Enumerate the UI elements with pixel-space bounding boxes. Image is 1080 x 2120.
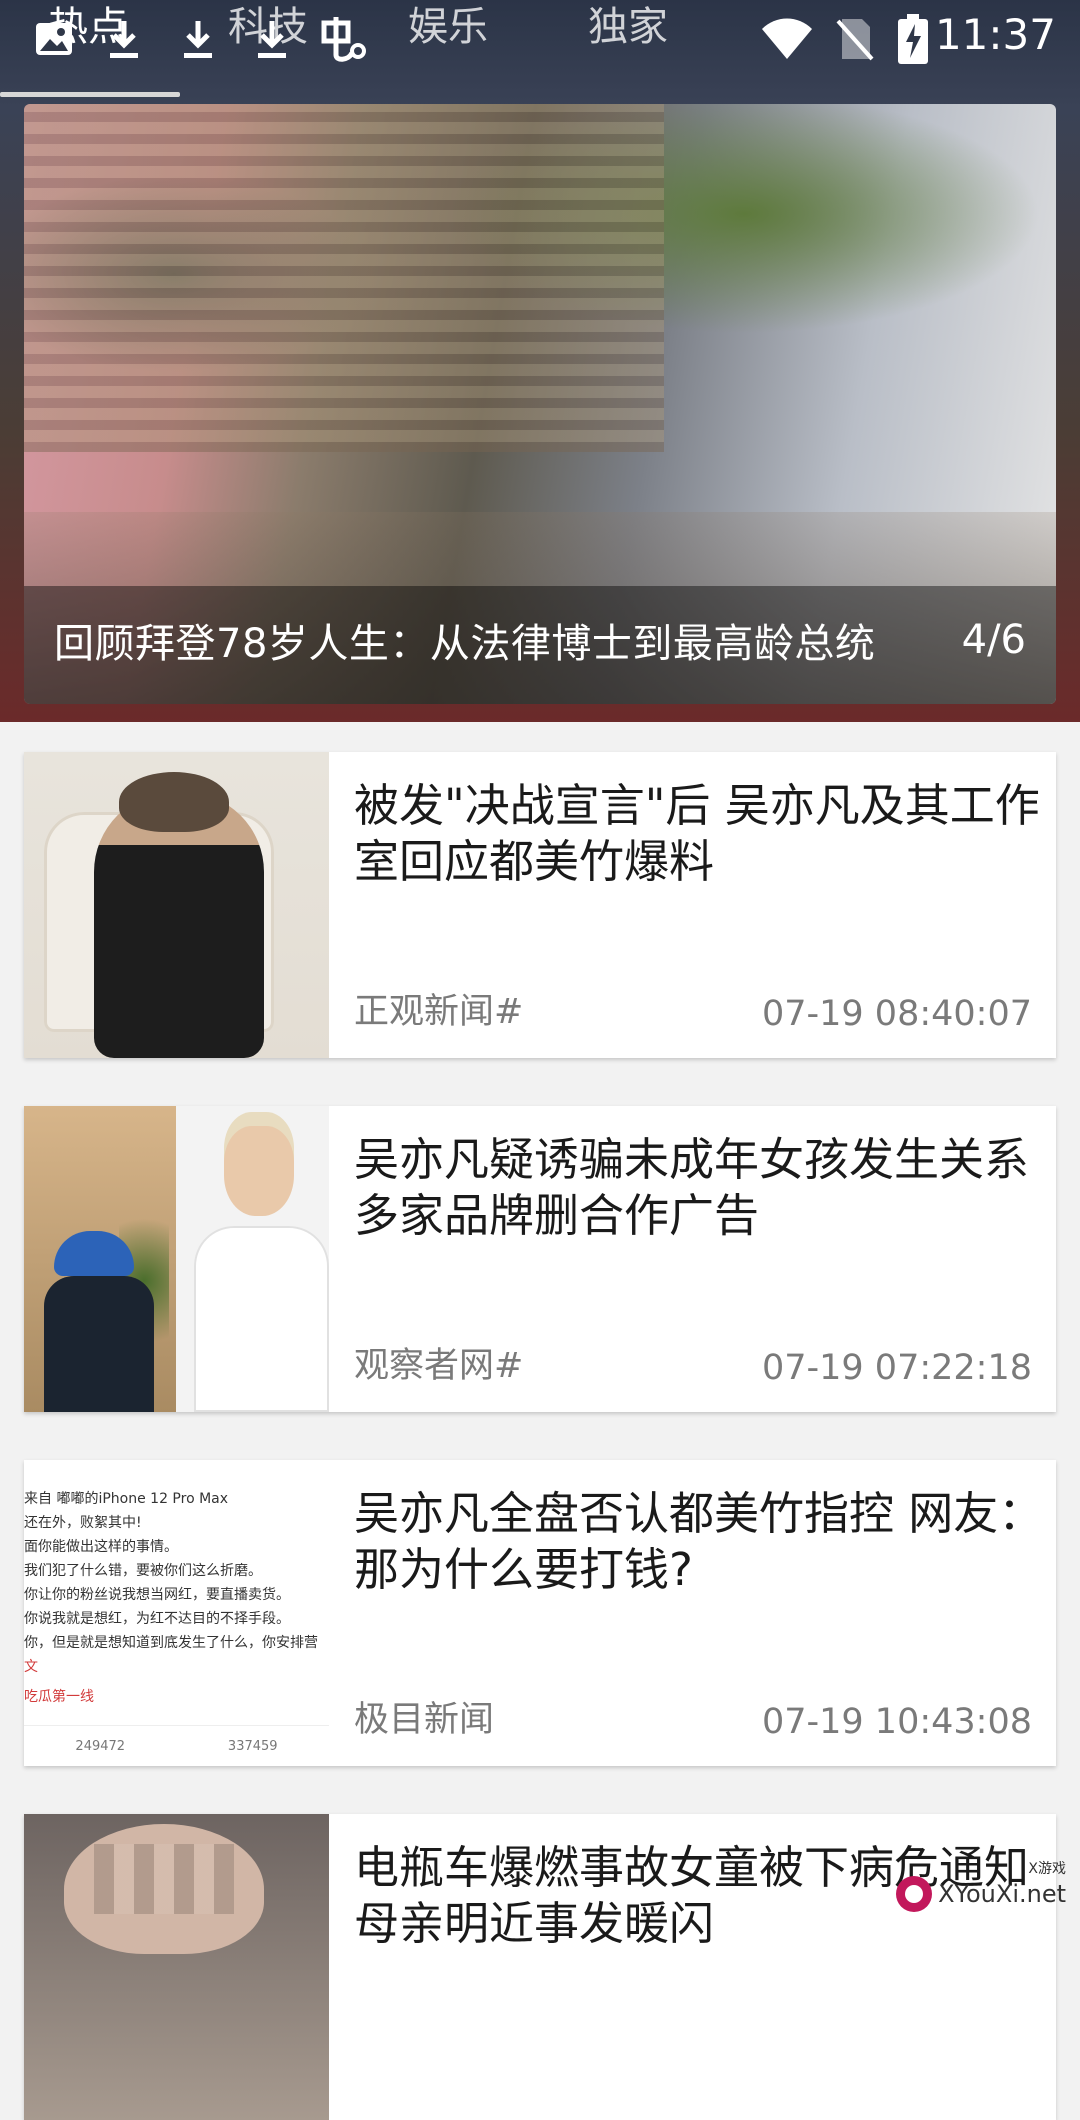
- top-bar: 热点 科技 娱乐 独家 11:37: [0, 0, 1080, 97]
- thumb-pixelated: [94, 1844, 234, 1914]
- repost-count: 249472: [75, 1738, 126, 1754]
- news-thumbnail: [24, 752, 329, 1058]
- download-icon: [252, 14, 292, 64]
- hero-banner[interactable]: 回顾拜登78岁人生：从法律博士到最高龄总统 4/6: [0, 0, 1080, 722]
- news-card-1[interactable]: 被发"决战宣言"后 吴亦凡及其工作室回应都美竹爆料 正观新闻# 07-19 08…: [24, 752, 1056, 1058]
- news-source: 观察者网#: [354, 1346, 524, 1386]
- thumb-text-line: 你，但是就是想知道到底发生了什么，你安排营: [24, 1635, 318, 1651]
- download-icon: [104, 14, 144, 64]
- news-time: 07-19 08:40:07: [761, 994, 1032, 1034]
- thumb-text-line: 来自 嘟嘟的iPhone 12 Pro Max: [24, 1491, 229, 1507]
- hero-image[interactable]: 回顾拜登78岁人生：从法律博士到最高龄总统 4/6: [24, 104, 1056, 704]
- thumb-stats: 249472 337459: [24, 1725, 329, 1766]
- thumb-person-right: [194, 1226, 329, 1412]
- news-thumbnail: [24, 1814, 329, 2120]
- news-source: 正观新闻#: [354, 992, 524, 1032]
- hero-title[interactable]: 回顾拜登78岁人生：从法律博士到最高龄总统: [54, 611, 875, 669]
- thumb-text-line: 文: [24, 1659, 38, 1675]
- tab-exclusive[interactable]: 独家: [588, 0, 668, 52]
- thumb-person-left: [44, 1276, 154, 1412]
- hero-counter: 4/6: [961, 617, 1026, 663]
- hero-image-wall: [24, 104, 664, 452]
- news-title: 吴亦凡全盘否认都美竹指控 网友：那为什么要打钱?: [354, 1487, 1044, 1596]
- battery-charging-icon: [898, 14, 928, 64]
- hero-caption: 回顾拜登78岁人生：从法律博士到最高龄总统 4/6: [24, 586, 1056, 704]
- news-source: 极目新闻: [354, 1700, 495, 1740]
- thumb-text-line: 面你能做出这样的事情。: [24, 1539, 178, 1555]
- watermark-logo-icon: [896, 1876, 933, 1912]
- news-card-4[interactable]: 电瓶车爆燃事故女童被下病危通知 母亲明近事发暖闪: [24, 1814, 1056, 2120]
- download-icon: [178, 14, 218, 64]
- news-card-3[interactable]: 来自 嘟嘟的iPhone 12 Pro Max 还在外，败絮其中! 面你能做出这…: [24, 1460, 1056, 1766]
- thumb-text-line: 还在外，败絮其中!: [24, 1515, 142, 1531]
- no-sim-icon: [834, 14, 874, 64]
- news-card-2[interactable]: 吴亦凡疑诱骗未成年女孩发生关系 多家品牌删合作广告 观察者网# 07-19 07…: [24, 1106, 1056, 1412]
- tab-indicator: [0, 92, 180, 97]
- watermark-text: XYouXi.net: [938, 1880, 1066, 1908]
- news-thumbnail: 来自 嘟嘟的iPhone 12 Pro Max 还在外，败絮其中! 面你能做出这…: [24, 1460, 329, 1766]
- watermark: XYouXi.net X游戏: [896, 1861, 1066, 1912]
- thumb-head-right: [224, 1126, 294, 1216]
- comment-count: 337459: [227, 1738, 278, 1754]
- thumb-text-line: 吃瓜第一线: [24, 1689, 94, 1705]
- status-time: 11:37: [934, 10, 1056, 59]
- news-thumbnail: [24, 1106, 329, 1412]
- thumb-text-line: 你让你的粉丝说我想当网红，要直播卖货。: [24, 1587, 290, 1603]
- news-time: 07-19 10:43:08: [761, 1702, 1032, 1742]
- thumb-text-line: 你说我就是想红，为红不达目的不择手段。: [24, 1611, 290, 1627]
- thumb-text-line: 我们犯了什么错，要被你们这么折磨。: [24, 1563, 262, 1579]
- wifi-icon: [760, 14, 814, 64]
- tab-entertainment[interactable]: 娱乐: [408, 0, 488, 52]
- watermark-sub: X游戏: [1028, 1861, 1066, 1877]
- app-icon: [318, 14, 368, 64]
- thumb-hair: [119, 772, 229, 832]
- news-time: 07-19 07:22:18: [761, 1348, 1032, 1388]
- news-title: 被发"决战宣言"后 吴亦凡及其工作室回应都美竹爆料: [354, 779, 1040, 888]
- image-icon: [34, 14, 74, 64]
- news-title: 吴亦凡疑诱骗未成年女孩发生关系 多家品牌删合作广告: [354, 1133, 1030, 1242]
